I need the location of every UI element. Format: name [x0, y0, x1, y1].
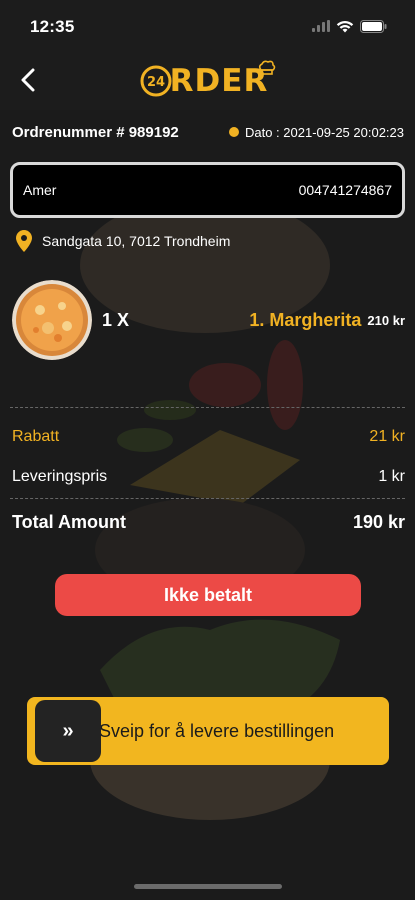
pizza-image [12, 280, 92, 360]
app-header: 24 RDER [0, 52, 415, 110]
total-row: Total Amount 190 kr [12, 512, 405, 533]
order-number: Ordrenummer # 989192 [12, 123, 179, 141]
swipe-to-deliver-slider[interactable]: Sveip for å levere bestillingen » [27, 697, 389, 765]
signal-icon [312, 20, 330, 32]
status-time: 12:35 [30, 17, 75, 36]
back-button[interactable] [12, 64, 44, 96]
order-meta-row: Ordrenummer # 989192 Dato : 2021-09-25 2… [12, 122, 404, 142]
order-item: 1 X 1. Margherita 210 kr [12, 280, 405, 360]
home-indicator [134, 884, 282, 889]
order-date: Dato : 2021-09-25 20:02:23 [228, 124, 404, 140]
customer-info-box[interactable]: Amer 004741274867 [10, 162, 405, 218]
discount-label: Rabatt [12, 428, 60, 445]
discount-row: Rabatt 21 kr [12, 428, 405, 446]
location-pin-icon [16, 230, 32, 252]
item-quantity: 1 X [102, 309, 130, 330]
wifi-icon [336, 20, 354, 32]
delivery-label: Leveringspris [12, 468, 108, 485]
customer-phone[interactable]: 004741274867 [299, 182, 392, 198]
logo-badge-icon: 24 [140, 65, 172, 97]
item-name: 1. Margherita [249, 309, 362, 330]
swipe-handle[interactable]: » [35, 700, 101, 762]
customer-address: Sandgata 10, 7012 Trondheim [42, 233, 231, 249]
back-chevron-icon [21, 68, 35, 92]
item-price: 210 kr [367, 312, 405, 328]
discount-value: 21 kr [369, 428, 405, 445]
total-label: Total Amount [12, 512, 126, 532]
delivery-value: 1 kr [378, 468, 405, 485]
status-bar: 12:35 [0, 0, 415, 52]
divider [10, 498, 405, 499]
customer-name: Amer [23, 182, 57, 198]
battery-icon [360, 19, 387, 33]
delivery-row: Leveringspris 1 kr [12, 468, 405, 486]
payment-status-button[interactable]: Ikke betalt [55, 574, 361, 616]
app-logo: 24 RDER [139, 60, 277, 99]
status-icons [312, 19, 387, 33]
swipe-label: Sveip for å levere bestillingen [99, 720, 335, 741]
logo-text: RDER [169, 63, 269, 99]
total-value: 190 kr [352, 512, 405, 532]
divider [10, 407, 405, 408]
status-dot-icon [228, 127, 239, 137]
chef-hat-icon [259, 60, 276, 75]
order-date-text: Dato : 2021-09-25 20:02:23 [244, 124, 404, 140]
address-row[interactable]: Sandgata 10, 7012 Trondheim [16, 228, 230, 254]
logo-badge-text: 24 [147, 75, 165, 90]
